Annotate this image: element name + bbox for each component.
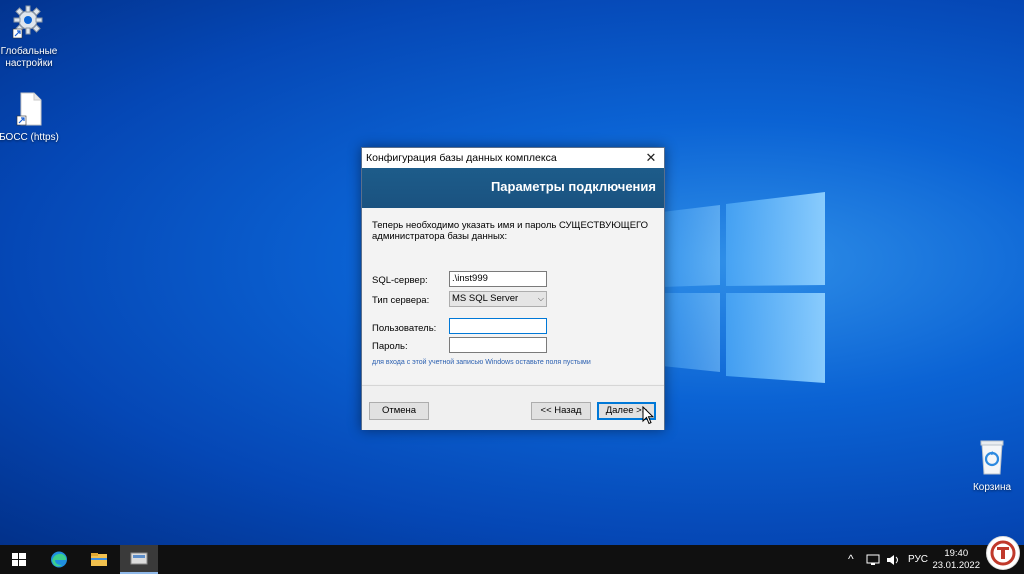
close-icon[interactable]: ✕	[638, 148, 664, 168]
server-type-value: MS SQL Server	[452, 293, 519, 304]
mouse-cursor-icon	[642, 406, 654, 425]
desktop-icon-recycle-bin[interactable]: Корзина	[957, 438, 1024, 494]
banner-title: Параметры подключения	[490, 179, 656, 194]
dialog-titlebar[interactable]: Конфигурация базы данных комплекса ✕	[362, 148, 664, 168]
desktop-icon-boss-https[interactable]: БОСС (https)	[0, 92, 64, 144]
avatar-logo-icon	[990, 540, 1016, 566]
desktop-icon-global-settings[interactable]: Глобальные настройки	[0, 4, 64, 70]
taskbar-clock[interactable]: 19:40 23.01.2022	[932, 548, 980, 572]
windows-auth-hint: для входа с этой учетной записью Windows…	[372, 359, 591, 366]
desktop: Глобальные настройки БОСС (https) Корзин…	[0, 0, 1024, 545]
user-label: Пользователь:	[372, 323, 437, 334]
clock-time: 19:40	[944, 548, 969, 559]
gear-shortcut-icon	[12, 5, 43, 39]
clock-date: 23.01.2022	[932, 560, 980, 571]
sql-server-label: SQL-сервер:	[372, 275, 428, 286]
edge-icon	[51, 551, 67, 568]
tray-chevron-icon[interactable]: ^	[848, 545, 854, 574]
file-explorer-taskbar-button[interactable]	[80, 545, 118, 574]
password-input[interactable]	[449, 337, 547, 353]
setup-app-taskbar-button[interactable]	[120, 545, 158, 574]
dialog-title: Конфигурация базы данных комплекса	[366, 152, 557, 164]
desktop-icon-label: Корзина	[972, 482, 1012, 493]
user-input[interactable]	[449, 318, 547, 334]
start-button[interactable]	[0, 545, 38, 574]
setup-app-icon	[130, 552, 148, 565]
input-language[interactable]: РУС	[908, 545, 928, 574]
desktop-icon-label: БОСС (https)	[0, 132, 59, 143]
file-explorer-icon	[91, 553, 107, 566]
password-label: Пароль:	[372, 341, 408, 352]
server-type-label: Тип сервера:	[372, 295, 430, 306]
dialog-banner: Параметры подключения	[362, 168, 664, 208]
avatar	[986, 536, 1020, 570]
desktop-icon-label: Глобальные	[0, 46, 58, 57]
edge-taskbar-button[interactable]	[40, 545, 78, 574]
chevron-down-icon: ⌵	[537, 294, 544, 303]
windows-start-icon	[12, 553, 26, 566]
server-type-select[interactable]: MS SQL Server ⌵	[449, 291, 547, 307]
document-shortcut-icon	[16, 92, 42, 126]
back-button[interactable]: << Назад	[531, 402, 591, 420]
sql-server-input[interactable]: .\inst999	[449, 271, 547, 287]
intro-text: Теперь необходимо указать имя и пароль С…	[372, 220, 649, 242]
network-icon[interactable]	[866, 554, 880, 566]
recycle-bin-icon	[980, 440, 1004, 475]
dialog-content: Теперь необходимо указать имя и пароль С…	[362, 208, 664, 384]
dialog-footer: Отмена << Назад Далее >>	[362, 385, 664, 430]
db-config-dialog: Конфигурация базы данных комплекса ✕ Пар…	[361, 147, 665, 430]
desktop-icon-label: настройки	[5, 58, 53, 69]
volume-icon[interactable]	[886, 554, 900, 566]
taskbar: ^ РУС 19:40 23.01.2022	[0, 545, 1024, 574]
cancel-button[interactable]: Отмена	[369, 402, 429, 420]
